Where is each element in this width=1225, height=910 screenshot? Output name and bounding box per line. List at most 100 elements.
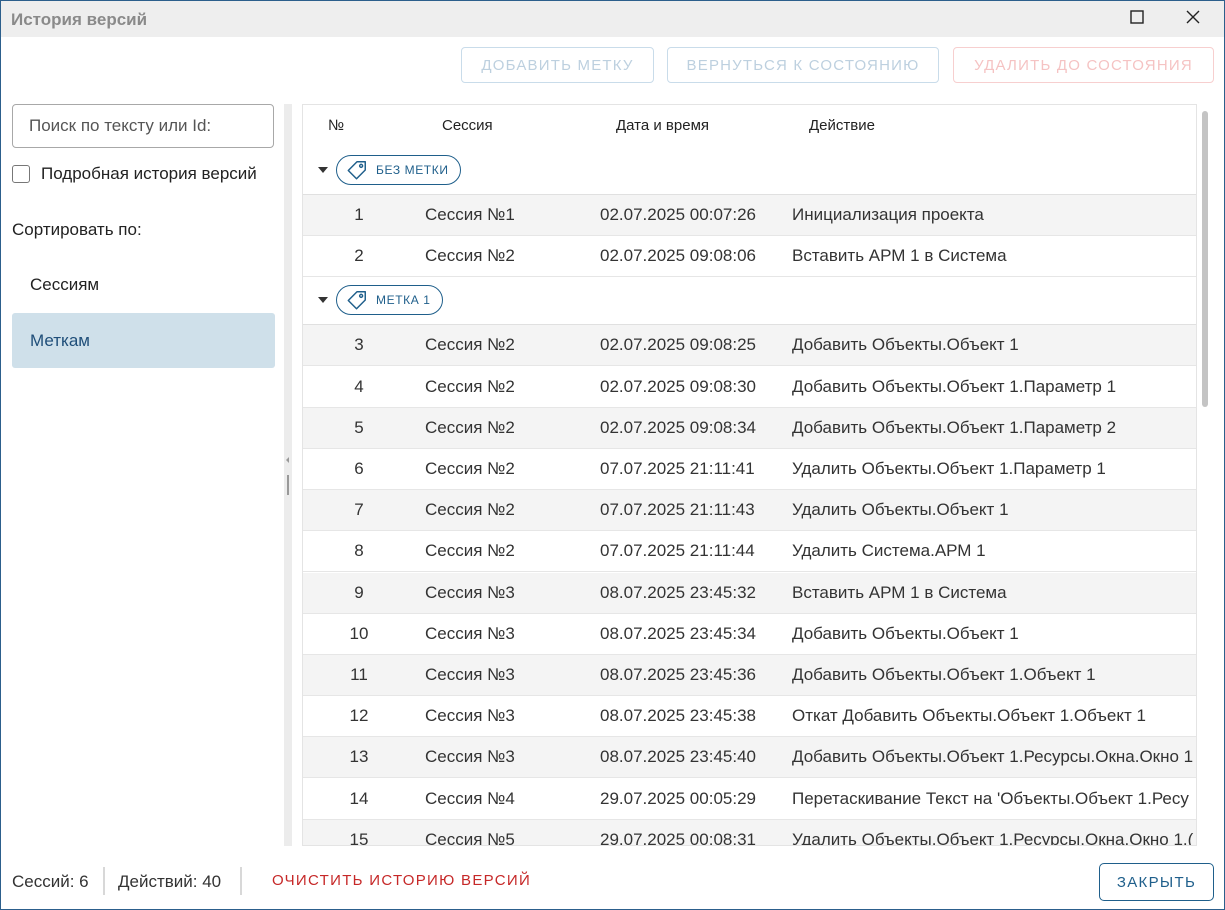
row-datetime: 02.07.2025 09:08:06 [600,246,756,266]
maximize-icon [1130,9,1144,29]
sort-label: Сортировать по: [12,220,142,239]
clear-history-button[interactable]: ОЧИСТИТЬ ИСТОРИЮ ВЕРСИЙ [272,872,531,889]
row-action: Добавить Объекты.Объект 1 [792,335,1019,355]
row-datetime: 08.07.2025 23:45:32 [600,582,756,602]
detailed-history-label: Подробная история версий [41,164,257,183]
column-header-datetime[interactable]: Дата и время [616,117,709,134]
row-session: Сессия №4 [425,788,515,808]
table-header: № Сессия Дата и время Действие [303,105,1196,148]
row-number: 2 [354,246,364,266]
expand-arrow-icon[interactable] [318,167,328,173]
maximize-button[interactable] [1113,1,1161,37]
row-action: Инициализация проекта [792,205,984,224]
sort-option-tags[interactable]: Меткам [12,313,275,368]
tag-chip[interactable]: МЕТКА 1 [336,285,443,316]
title-bar: История версий [1,1,1224,37]
table-row[interactable]: 3 Сессия №2 02.07.2025 09:08:25 Добавить Об… [303,325,1196,367]
group-header: МЕТКА 1 [303,277,1196,326]
column-header-action[interactable]: Действие [809,117,875,134]
tag-label: БЕЗ МЕТКИ [376,163,449,177]
row-number: 9 [354,582,364,602]
vertical-scrollbar[interactable] [1202,111,1208,407]
row-action: Вставить АРМ 1 в Система [792,582,1007,602]
row-number: 15 [349,829,369,846]
row-action: Добавить Объекты.Объект 1.Параметр 2 [792,417,1117,437]
row-datetime: 02.07.2025 00:07:26 [600,205,756,224]
table-row[interactable]: 12 Сессия №3 08.07.2025 23:45:38 Откат Доба… [303,696,1196,738]
panel-splitter[interactable] [284,104,292,846]
footer-divider [240,867,242,895]
row-datetime: 29.07.2025 00:08:31 [600,829,756,846]
row-datetime: 08.07.2025 23:45:36 [600,665,756,684]
row-session: Сессия №3 [425,665,515,684]
row-number: 6 [354,459,364,478]
search-input[interactable] [12,104,274,148]
row-session: Сессия №2 [425,335,515,355]
row-action: Вставить АРМ 1 в Система [792,246,1007,266]
table-row[interactable]: 2 Сессия №2 02.07.2025 09:08:06 Вставить АР… [303,236,1196,278]
row-action: Удалить Объекты.Объект 1 [792,500,1009,520]
row-number: 3 [354,335,364,355]
row-number: 10 [349,623,369,643]
window-title: История версий [11,10,148,29]
row-session: Сессия №2 [425,500,515,520]
row-session: Сессия №1 [425,205,515,224]
row-session: Сессия №5 [425,829,515,846]
close-button[interactable]: ЗАКРЫТЬ [1099,863,1214,901]
row-session: Сессия №2 [425,459,515,478]
row-datetime: 07.07.2025 21:11:41 [600,459,755,478]
row-number: 5 [354,417,364,437]
row-action: Добавить Объекты.Объект 1.Объект 1 [792,665,1096,684]
row-number: 8 [354,541,364,561]
add-tag-button[interactable]: ДОБАВИТЬ МЕТКУ [461,47,654,83]
table-row[interactable]: 15 Сессия №5 29.07.2025 00:08:31 Удалить Об… [303,819,1196,846]
table-row[interactable]: 1 Сессия №1 02.07.2025 00:07:26 Инициализац… [303,195,1196,236]
detailed-history-checkbox[interactable] [12,165,30,183]
version-history-dialog: История версий ДОБАВИТЬ МЕТКУ ВЕРНУТЬСЯ … [0,0,1225,910]
row-session: Сессия №2 [425,541,515,561]
row-number: 11 [350,665,368,684]
table-row[interactable]: 4 Сессия №2 02.07.2025 09:08:30 Добавить Об… [303,367,1196,408]
row-datetime: 29.07.2025 00:05:29 [600,788,756,808]
table-row[interactable]: 11 Сессия №3 08.07.2025 23:45:36 Добавить О… [303,655,1196,696]
table-row[interactable]: 9 Сессия №3 08.07.2025 23:45:32 Вставить АР… [303,572,1196,614]
window-close-button[interactable] [1169,1,1217,37]
row-session: Сессия №2 [425,246,515,266]
splitter-grip-icon [286,457,289,495]
group-header: БЕЗ МЕТКИ [303,147,1196,195]
row-datetime: 08.07.2025 23:45:38 [600,706,756,726]
table-row[interactable]: 7 Сессия №2 07.07.2025 21:11:43 Удалить Объ… [303,490,1196,532]
column-header-session[interactable]: Сессия [442,117,493,134]
table-row[interactable]: 13 Сессия №3 08.07.2025 23:45:40 Добавить О… [303,737,1196,779]
footer-divider [103,867,105,895]
delete-until-state-button[interactable]: УДАЛИТЬ ДО СОСТОЯНИЯ [953,47,1214,83]
table-row[interactable]: 5 Сессия №2 02.07.2025 09:08:34 Добавить Об… [303,407,1196,449]
row-number: 7 [354,500,364,520]
row-session: Сессия №3 [425,706,515,726]
sort-option-sessions[interactable]: Сессиям [12,257,275,312]
table-row[interactable]: 10 Сессия №3 08.07.2025 23:45:34 Добавить О… [303,614,1196,655]
row-session: Сессия №2 [425,417,515,437]
column-header-number[interactable]: № [328,117,344,134]
row-datetime: 07.07.2025 21:11:43 [600,500,755,520]
revert-to-state-button[interactable]: ВЕРНУТЬСЯ К СОСТОЯНИЮ [667,47,939,83]
row-action: Удалить Объекты.Объект 1.Параметр 1 [792,459,1106,478]
row-action: Добавить Объекты.Объект 1 [792,623,1019,643]
row-action: Перетаскивание Текст на 'Объекты.Объект … [792,788,1189,808]
row-datetime: 02.07.2025 09:08:25 [600,335,756,355]
row-action: Удалить Система.АРМ 1 [792,541,986,561]
version-history-table: № Сессия Дата и время Действие БЕЗ МЕТКИ… [302,104,1197,846]
row-session: Сессия №3 [425,582,515,602]
row-datetime: 08.07.2025 23:45:40 [600,747,756,767]
table-row[interactable]: 6 Сессия №2 07.07.2025 21:11:41 Удалить Объ… [303,449,1196,490]
expand-arrow-icon[interactable] [318,297,328,304]
row-datetime: 02.07.2025 09:08:34 [600,417,756,437]
table-row[interactable]: 8 Сессия №2 07.07.2025 21:11:44 Удалить Сис… [303,531,1196,573]
row-action: Добавить Объекты.Объект 1.Ресурсы.Окна.О… [792,747,1194,767]
row-number: 13 [349,747,369,767]
row-action: Удалить Объекты.Объект 1.Ресурсы.Окна.Ок… [792,829,1194,846]
tag-icon [346,159,376,181]
tag-chip[interactable]: БЕЗ МЕТКИ [336,155,461,185]
row-number: 4 [354,376,364,396]
table-row[interactable]: 14 Сессия №4 29.07.2025 00:05:29 Перетаскив… [303,779,1196,820]
